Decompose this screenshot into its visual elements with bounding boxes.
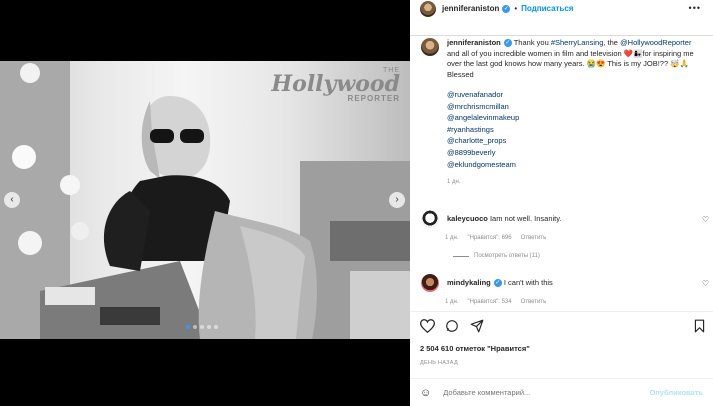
verified-badge-icon: ✓	[502, 4, 511, 13]
emoji-smiley-icon[interactable]: ☺	[420, 387, 431, 399]
caption-part: Thank you	[513, 38, 551, 47]
header-username[interactable]: jenniferaniston	[442, 4, 499, 13]
caption-part: This is my JOB!??	[605, 59, 671, 68]
follow-button[interactable]: Подписаться	[521, 4, 573, 13]
avatar[interactable]	[420, 0, 436, 17]
post-details-panel: jenniferaniston ✓ • Подписаться ••• jenn…	[410, 0, 713, 406]
watermark-brand: Hollywood	[271, 71, 400, 97]
caption: jenniferaniston ✓ Thank you #SherryLansin…	[410, 38, 713, 188]
verified-badge-icon: ✓	[493, 279, 502, 288]
header-divider	[410, 35, 713, 36]
publish-button[interactable]: Опубликовать	[649, 388, 703, 397]
carousel-dot	[193, 325, 197, 329]
comment-time[interactable]: 1 дн.	[445, 235, 459, 241]
comment-text: kaleycuoco Iam not well. Insanity.	[447, 214, 562, 224]
emoji: 😭😍	[586, 59, 606, 68]
emoji: ❤️👩‍👧	[623, 48, 643, 58]
caption-username[interactable]: jenniferaniston	[447, 38, 501, 47]
post-timestamp[interactable]: ДЕНЬ НАЗАД	[420, 360, 458, 366]
hashtag-link[interactable]: #SherryLansing	[551, 38, 604, 47]
caption-avatar[interactable]	[421, 38, 439, 56]
likes-count[interactable]: 2 504 610 отметок "Нравится"	[420, 344, 530, 353]
emoji: 🤯🙏	[670, 59, 689, 68]
tag-link[interactable]: @eklundgomesteam	[447, 159, 705, 171]
post-media: THE Hollywood REPORTER ‹ ›	[0, 0, 410, 406]
comment-likes[interactable]: "Нравится": 534	[468, 299, 512, 305]
save-bookmark-icon[interactable]	[694, 319, 705, 333]
caption-time[interactable]: 1 дн.	[447, 177, 705, 188]
add-comment-bar: ☺ Опубликовать	[410, 378, 713, 406]
comment-item: mindykaling ✓ I can't with this 1 дн. "Нр…	[421, 274, 709, 305]
close-icon[interactable]: ✕	[696, 2, 707, 15]
view-replies-button[interactable]: Посмотреть ответы (11)	[453, 253, 540, 259]
like-comment-heart-icon[interactable]: ♡	[702, 279, 709, 288]
comment-username[interactable]: kaleycuoco	[447, 214, 488, 223]
tag-link[interactable]: @mrchrismcmillan	[447, 101, 705, 113]
carousel-dot	[186, 325, 190, 329]
carousel-dot	[214, 325, 218, 329]
tag-link[interactable]: #ryanhastings	[447, 124, 705, 136]
hollywood-reporter-watermark: THE Hollywood REPORTER	[271, 67, 400, 103]
comment-text: mindykaling ✓ I can't with this	[447, 278, 553, 288]
caption-part: Blessed	[447, 69, 474, 79]
comment-input[interactable]	[443, 388, 650, 397]
reply-button[interactable]: Ответить	[521, 299, 547, 305]
comment-avatar[interactable]	[421, 210, 439, 228]
caption-part: and all of you incredible women in film …	[447, 48, 624, 58]
comment-meta: 1 дн. "Нравится": 534 Ответить	[445, 299, 709, 305]
like-comment-heart-icon[interactable]: ♡	[702, 215, 709, 224]
next-arrow-icon[interactable]: ›	[389, 192, 405, 208]
comment-item: kaleycuoco Iam not well. Insanity. 1 дн.…	[421, 210, 709, 241]
view-replies-label[interactable]: Посмотреть ответы (11)	[474, 253, 540, 259]
verified-badge-icon: ✓	[503, 39, 512, 48]
post-photo[interactable]: THE Hollywood REPORTER ‹ ›	[0, 61, 410, 339]
tag-link[interactable]: @8899beverly	[447, 147, 705, 159]
mention-link[interactable]: @HollywoodReporter	[620, 38, 691, 47]
prev-arrow-icon[interactable]: ‹	[4, 192, 20, 208]
header-separator: •	[514, 4, 518, 13]
tag-link[interactable]: @charlotte_props	[447, 135, 705, 147]
tag-link[interactable]: @angelalevinmakeup	[447, 112, 705, 124]
carousel-dots	[186, 325, 218, 329]
comment-body: Iam not well. Insanity.	[489, 214, 562, 223]
comment-time[interactable]: 1 дн.	[445, 299, 459, 305]
reply-button[interactable]: Ответить	[521, 235, 547, 241]
comment-avatar[interactable]	[421, 274, 439, 292]
post-header: jenniferaniston ✓ • Подписаться •••	[410, 0, 713, 17]
comment-likes[interactable]: "Нравится": 696	[468, 235, 512, 241]
carousel-dot	[200, 325, 204, 329]
share-send-icon[interactable]	[470, 319, 484, 333]
action-bar	[410, 311, 713, 341]
carousel-dot	[207, 325, 211, 329]
like-heart-icon[interactable]	[420, 319, 435, 333]
comment-meta: 1 дн. "Нравится": 696 Ответить	[445, 235, 709, 241]
caption-text: jenniferaniston ✓ Thank you #SherryLansin…	[447, 38, 705, 188]
comment-bubble-icon[interactable]	[445, 319, 459, 333]
caption-part: , the	[603, 38, 621, 47]
comment-username[interactable]: mindykaling	[447, 278, 491, 287]
replies-line	[453, 255, 469, 257]
comment-body: I can't with this	[503, 278, 553, 287]
caption-tags: @ruvenafanador @mrchrismcmillan @angelal…	[447, 89, 705, 170]
tag-link[interactable]: @ruvenafanador	[447, 89, 705, 101]
